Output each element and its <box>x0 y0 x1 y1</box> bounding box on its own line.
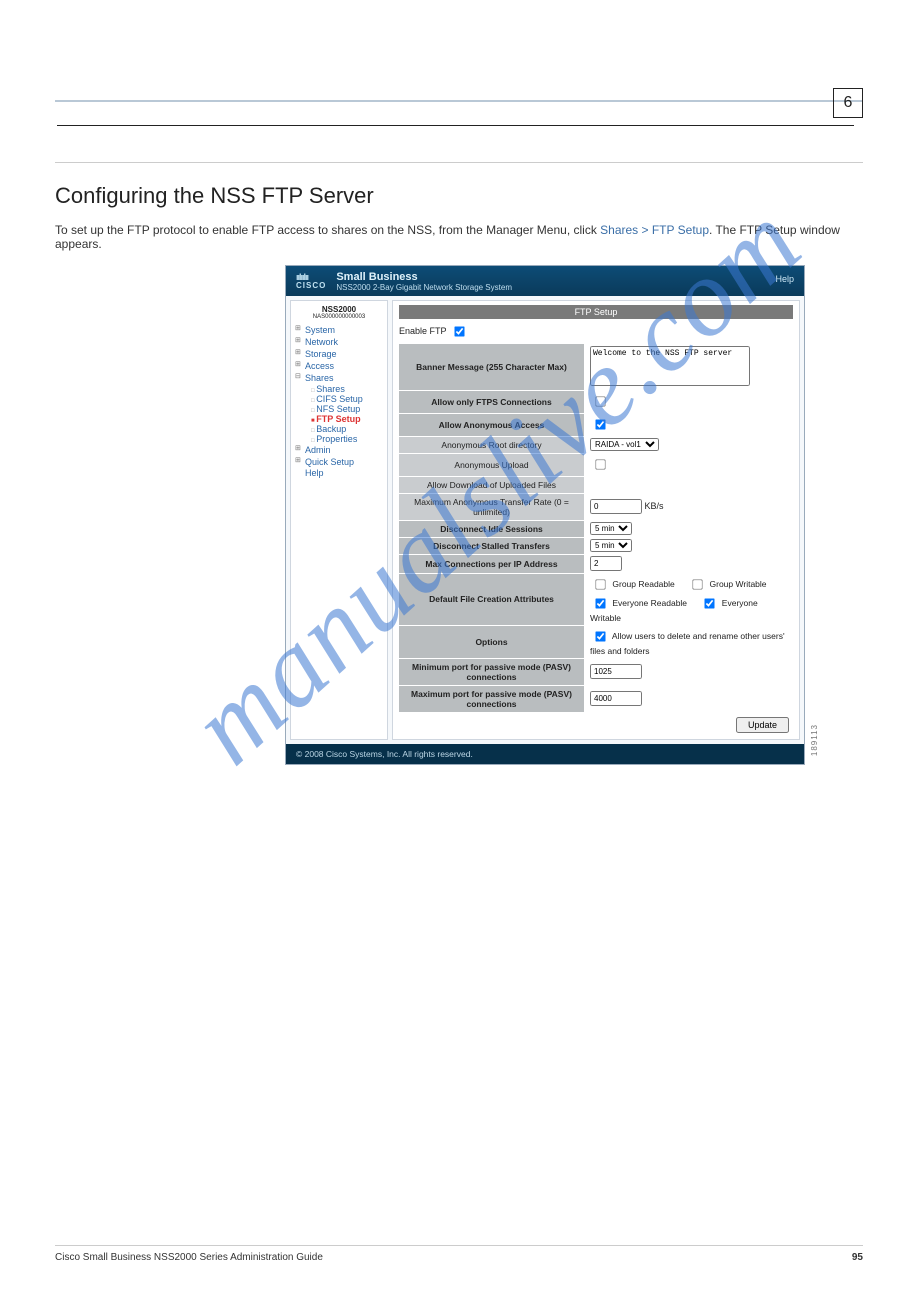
minport-label: Minimum port for passive mode (PASV) con… <box>399 658 584 685</box>
stalled-label: Disconnect Stalled Transfers <box>399 537 584 554</box>
shot-main: NSS2000 NAS000000000003 System Network S… <box>286 296 804 744</box>
sidebar-sub-backup[interactable]: Backup <box>297 424 381 434</box>
idle-select[interactable]: 5 min <box>590 522 632 535</box>
screenshot-wrap: 189113 ıılıılıı CISCO Small Business NSS… <box>285 265 805 765</box>
shot-footer: © 2008 Cisco Systems, Inc. All rights re… <box>286 744 804 764</box>
defattr-label: Default File Creation Attributes <box>399 573 584 625</box>
gw-label: Group Writable <box>710 579 767 589</box>
sidebar-sub-properties[interactable]: Properties <box>297 434 381 444</box>
cisco-text: CISCO <box>296 282 326 290</box>
sidebar-sub-ftp[interactable]: FTP Setup <box>297 414 381 424</box>
intro-text: To set up the FTP protocol to enable FTP… <box>55 223 863 251</box>
opt-row: Allow users to delete and rename other u… <box>590 631 785 656</box>
banner-label: Banner Message (255 Character Max) <box>399 344 584 390</box>
anon-checkbox[interactable] <box>595 419 605 429</box>
max-rate-input[interactable] <box>590 499 642 514</box>
header-bar <box>57 102 854 126</box>
ftps-checkbox[interactable] <box>595 396 605 406</box>
gr-checkbox[interactable] <box>595 579 605 589</box>
sidebar-sub-cifs[interactable]: CIFS Setup <box>297 394 381 404</box>
help-link[interactable]: Help <box>775 274 794 284</box>
shot-header: ıılıılıı CISCO Small Business NSS2000 2-… <box>286 266 804 296</box>
opt-label: Options <box>399 625 584 658</box>
rate-unit: KB/s <box>645 501 664 511</box>
maxport-label: Maximum port for passive mode (PASV) con… <box>399 685 584 712</box>
side-title: NSS2000 <box>297 305 381 314</box>
minport-input[interactable] <box>590 664 642 679</box>
gr-row: Group Readable <box>590 579 675 589</box>
anon-label: Allow Anonymous Access <box>399 413 584 436</box>
anon-root-label: Anonymous Root directory <box>399 436 584 453</box>
er-row: Everyone Readable <box>590 598 687 608</box>
anon-upload-label: Anonymous Upload <box>399 453 584 476</box>
stalled-select[interactable]: 5 min <box>590 539 632 552</box>
thin-rule <box>55 162 863 163</box>
chapter-number: 6 <box>833 88 863 118</box>
sidebar-item-system[interactable]: System <box>297 324 381 336</box>
idle-label: Disconnect Idle Sessions <box>399 520 584 537</box>
sidebar-item-help[interactable]: Help <box>297 468 381 478</box>
anon-root-select[interactable]: RAIDA - vol1 <box>590 438 659 451</box>
sidebar-item-shares[interactable]: Shares <box>297 372 381 384</box>
content-panel: FTP Setup Enable FTP Banner Message (255… <box>392 300 800 740</box>
gr-label: Group Readable <box>612 579 674 589</box>
brand-line1: Small Business <box>336 271 512 283</box>
ew-checkbox[interactable] <box>705 598 715 608</box>
footer-left: Cisco Small Business NSS2000 Series Admi… <box>55 1252 323 1263</box>
sidebar-item-storage[interactable]: Storage <box>297 348 381 360</box>
footer-page: 95 <box>852 1252 863 1263</box>
anon-dl-label: Allow Download of Uploaded Files <box>399 476 584 493</box>
panel-title: FTP Setup <box>399 305 793 319</box>
maxconn-label: Max Connections per IP Address <box>399 554 584 573</box>
sidebar-item-admin[interactable]: Admin <box>297 444 381 456</box>
er-label: Everyone Readable <box>612 598 687 608</box>
image-code: 189113 <box>810 724 819 756</box>
side-mac: NAS000000000003 <box>297 314 381 320</box>
ftps-label: Allow only FTPS Connections <box>399 390 584 413</box>
sidebar-item-access[interactable]: Access <box>297 360 381 372</box>
gw-row: Group Writable <box>687 579 766 589</box>
form-table: Banner Message (255 Character Max) Welco… <box>399 344 793 713</box>
max-rate-label: Maximum Anonymous Transfer Rate (0 = unl… <box>399 493 584 520</box>
gw-checkbox[interactable] <box>692 579 702 589</box>
update-row: Update <box>399 713 793 733</box>
sidebar-sub-nfs[interactable]: NFS Setup <box>297 404 381 414</box>
enable-checkbox[interactable] <box>454 326 464 336</box>
sidebar-item-network[interactable]: Network <box>297 336 381 348</box>
intro-link[interactable]: Shares > FTP Setup <box>600 223 709 237</box>
screenshot: ıılıılıı CISCO Small Business NSS2000 2-… <box>285 265 805 765</box>
brand-line2: NSS2000 2-Bay Gigabit Network Storage Sy… <box>336 283 512 292</box>
opt-checkbox[interactable] <box>595 631 605 641</box>
sidebar: NSS2000 NAS000000000003 System Network S… <box>290 300 388 740</box>
sidebar-sub-shares[interactable]: Shares <box>297 384 381 394</box>
enable-row: Enable FTP <box>399 319 793 344</box>
maxconn-input[interactable] <box>590 556 622 571</box>
maxport-input[interactable] <box>590 691 642 706</box>
anon-upload-checkbox[interactable] <box>595 459 605 469</box>
cisco-logo: ıılıılıı CISCO <box>296 273 326 290</box>
page-footer: Cisco Small Business NSS2000 Series Admi… <box>55 1245 863 1263</box>
sidebar-item-quick[interactable]: Quick Setup <box>297 456 381 468</box>
intro-span: To set up the FTP protocol to enable FTP… <box>55 223 600 237</box>
banner-textarea[interactable]: Welcome to the NSS FTP server <box>590 346 750 386</box>
section-title: Configuring the NSS FTP Server <box>55 183 863 209</box>
update-button[interactable]: Update <box>736 717 789 733</box>
enable-label: Enable FTP <box>399 326 446 336</box>
er-checkbox[interactable] <box>595 598 605 608</box>
opt-text: Allow users to delete and rename other u… <box>590 631 785 656</box>
